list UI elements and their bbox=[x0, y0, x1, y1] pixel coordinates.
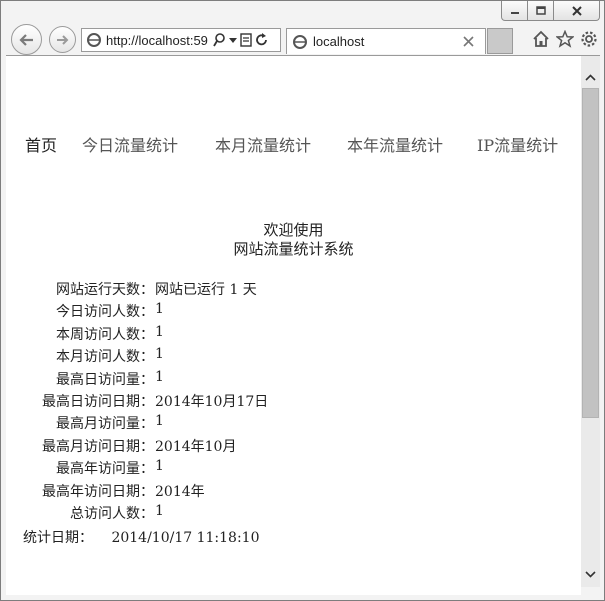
star-icon[interactable] bbox=[556, 30, 574, 48]
ie-logo-icon bbox=[87, 33, 101, 47]
menu-month-link[interactable]: 本月流量统计 bbox=[215, 132, 311, 156]
refresh-icon[interactable] bbox=[255, 33, 268, 47]
stats-date-row: 统计日期： 2014/10/17 11:18:10 bbox=[23, 527, 259, 547]
stats-value: 1 bbox=[155, 301, 164, 318]
tab-localhost[interactable]: localhost bbox=[286, 28, 486, 54]
scroll-up-button[interactable] bbox=[581, 68, 600, 86]
stats-label: 今日访问人数： bbox=[56, 304, 154, 321]
menu-today-link[interactable]: 今日流量统计 bbox=[82, 132, 178, 156]
gear-icon[interactable] bbox=[580, 30, 598, 48]
minimize-icon bbox=[510, 11, 519, 14]
stats-value: 1 bbox=[155, 368, 164, 385]
stats-label: 最高月访问量： bbox=[56, 416, 154, 433]
stats-label: 本月访问人数： bbox=[56, 349, 154, 366]
stats-value: 网站已运行 1 天 bbox=[155, 282, 257, 298]
address-tools bbox=[213, 33, 268, 47]
compat-icon[interactable] bbox=[240, 33, 252, 47]
maximize-icon bbox=[535, 5, 546, 15]
forward-arrow-icon bbox=[56, 34, 68, 45]
stats-value: 1 bbox=[155, 458, 164, 475]
page-viewport: 首页 今日流量统计 本月流量统计 本年流量统计 IP流量统计 欢迎使用 网站流量… bbox=[6, 55, 581, 595]
chevron-down-icon bbox=[585, 570, 596, 578]
minimize-button[interactable] bbox=[501, 1, 528, 21]
maximize-button[interactable] bbox=[528, 1, 554, 21]
welcome-line-1: 欢迎使用 bbox=[263, 221, 324, 239]
stats-label: 本周访问人数： bbox=[56, 326, 154, 343]
stats-label: 最高日访问日期： bbox=[42, 394, 154, 410]
welcome-heading: 欢迎使用 网站流量统计系统 bbox=[6, 221, 581, 259]
stats-label: 最高月访问日期： bbox=[42, 438, 154, 455]
browser-navbar: http://localhost:59 localhost bbox=[1, 23, 604, 55]
toolbar-icons bbox=[532, 30, 598, 48]
stats-label: 最高年访问日期： bbox=[42, 483, 154, 500]
welcome-line-2: 网站流量统计系统 bbox=[233, 240, 354, 258]
stats-value: 2014年10月17日 bbox=[155, 394, 269, 410]
close-icon[interactable] bbox=[463, 36, 474, 47]
stats-value: 1 bbox=[155, 413, 164, 430]
stats-date-label: 统计日期： bbox=[23, 530, 93, 546]
back-button[interactable] bbox=[11, 24, 42, 55]
forward-button[interactable] bbox=[49, 26, 76, 53]
scroll-down-button[interactable] bbox=[581, 565, 600, 583]
site-menu: 首页 今日流量统计 本月流量统计 本年流量统计 IP流量统计 bbox=[6, 132, 581, 155]
address-url[interactable]: http://localhost:59 bbox=[106, 33, 211, 48]
stats-value: 1 bbox=[155, 346, 164, 363]
new-tab-button[interactable] bbox=[487, 28, 513, 54]
tab-title: localhost bbox=[313, 34, 365, 49]
stats-label: 网站运行天数： bbox=[56, 282, 154, 298]
stats-value: 1 bbox=[155, 323, 164, 340]
ie-logo-icon bbox=[293, 34, 307, 49]
home-icon[interactable] bbox=[532, 30, 550, 48]
back-arrow-icon bbox=[18, 33, 33, 46]
stats-label: 总访问人数： bbox=[70, 506, 154, 522]
stats-label: 最高日访问量： bbox=[56, 371, 154, 388]
stats-label: 最高年访问量： bbox=[56, 461, 154, 478]
window-caption-buttons bbox=[501, 1, 600, 21]
stats-value: 2014年 bbox=[155, 483, 205, 500]
close-icon bbox=[571, 5, 582, 16]
menu-year-link[interactable]: 本年流量统计 bbox=[347, 132, 443, 156]
scroll-thumb[interactable] bbox=[582, 88, 599, 418]
address-bar[interactable]: http://localhost:59 bbox=[81, 28, 281, 52]
close-window-button[interactable] bbox=[554, 1, 600, 21]
chevron-up-icon bbox=[585, 73, 596, 81]
search-icon[interactable] bbox=[213, 33, 226, 47]
menu-ip-link[interactable]: IP流量统计 bbox=[477, 132, 558, 156]
stats-date-value: 2014/10/17 11:18:10 bbox=[111, 530, 260, 546]
stats-value: 2014年10月 bbox=[155, 438, 237, 455]
dropdown-icon[interactable] bbox=[229, 36, 237, 44]
menu-home-link[interactable]: 首页 bbox=[25, 132, 57, 156]
vertical-scrollbar[interactable] bbox=[581, 55, 600, 587]
stats-value: 1 bbox=[155, 503, 164, 519]
browser-window: http://localhost:59 localhost 首页 今日流量统计 … bbox=[0, 0, 605, 601]
